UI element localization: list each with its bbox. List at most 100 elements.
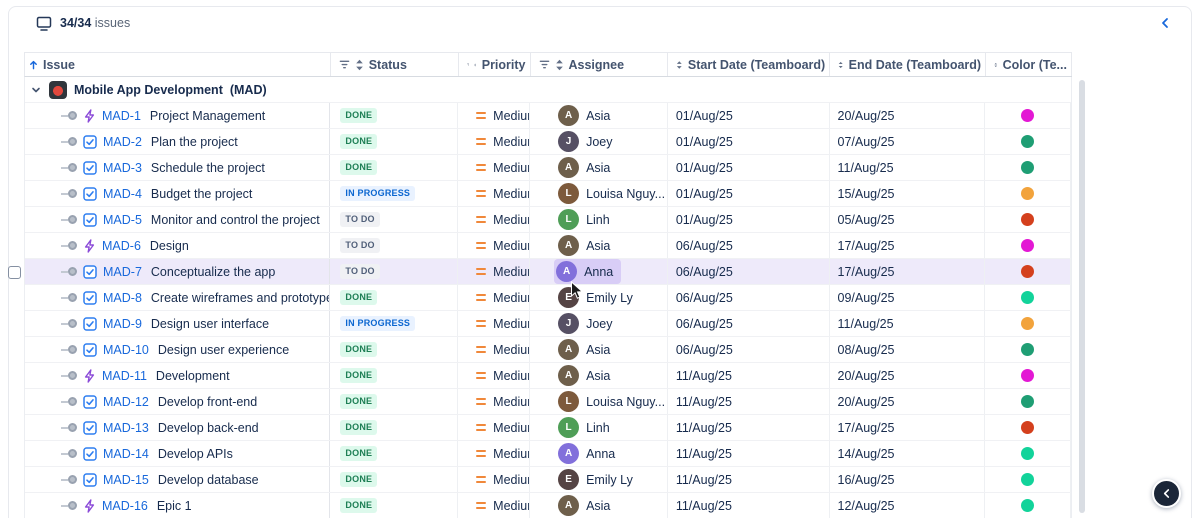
start-date-cell[interactable]: 11/Aug/25	[668, 441, 830, 466]
column-header-color[interactable]: Color (Te...	[986, 53, 1072, 76]
color-cell[interactable]	[985, 363, 1071, 388]
issue-row-mad-5[interactable]: MAD-5Monitor and control the projectTO D…	[25, 207, 1071, 233]
assignee-cell[interactable]: AAsia	[530, 337, 668, 362]
start-date-cell[interactable]: 06/Aug/25	[668, 285, 830, 310]
assignee-cell[interactable]: AAsia	[530, 233, 668, 258]
assignee-cell[interactable]: LLinh	[530, 207, 668, 232]
priority-cell[interactable]: Medium	[458, 259, 530, 284]
start-date-cell[interactable]: 11/Aug/25	[668, 389, 830, 414]
status-cell[interactable]: DONE	[330, 129, 458, 154]
assignee-cell[interactable]: AAsia	[530, 155, 668, 180]
issue-row-mad-6[interactable]: MAD-6DesignTO DOMediumAAsia06/Aug/2517/A…	[25, 233, 1071, 259]
link-handle-icon[interactable]	[61, 163, 77, 172]
priority-cell[interactable]: Medium	[458, 389, 530, 414]
priority-cell[interactable]: Medium	[458, 103, 530, 128]
color-cell[interactable]	[985, 389, 1071, 414]
start-date-cell[interactable]: 01/Aug/25	[668, 129, 830, 154]
status-cell[interactable]: TO DO	[330, 207, 458, 232]
link-handle-icon[interactable]	[61, 267, 77, 276]
link-handle-icon[interactable]	[61, 345, 77, 354]
assignee-cell[interactable]: AAnna	[530, 441, 668, 466]
priority-cell[interactable]: Medium	[458, 441, 530, 466]
end-date-cell[interactable]: 05/Aug/25	[830, 207, 986, 232]
priority-cell[interactable]: Medium	[458, 311, 530, 336]
issue-key[interactable]: MAD-4	[103, 187, 142, 201]
color-cell[interactable]	[985, 233, 1071, 258]
issue-key[interactable]: MAD-15	[103, 473, 149, 487]
end-date-cell[interactable]: 15/Aug/25	[830, 181, 986, 206]
assignee-cell[interactable]: EEmily Ly	[530, 285, 668, 310]
priority-cell[interactable]: Medium	[458, 285, 530, 310]
collapse-sidebar-button[interactable]	[1152, 479, 1181, 508]
priority-cell[interactable]: Medium	[458, 129, 530, 154]
color-cell[interactable]	[985, 441, 1071, 466]
assignee-cell[interactable]: JJoey	[530, 311, 668, 336]
start-date-cell[interactable]: 11/Aug/25	[668, 467, 830, 492]
sort-icon[interactable]	[838, 59, 843, 71]
issue-row-mad-7[interactable]: MAD-7Conceptualize the appTO DOMediumAAn…	[25, 259, 1071, 285]
status-cell[interactable]: DONE	[330, 337, 458, 362]
link-handle-icon[interactable]	[61, 319, 77, 328]
sort-icon[interactable]	[676, 59, 683, 71]
link-handle-icon[interactable]	[61, 215, 77, 224]
priority-cell[interactable]: Medium	[458, 415, 530, 440]
priority-cell[interactable]: Medium	[458, 181, 530, 206]
assignee-cell[interactable]: AAsia	[530, 493, 668, 518]
row-checkbox[interactable]	[8, 266, 21, 279]
status-cell[interactable]: DONE	[330, 493, 458, 518]
chevron-down-icon[interactable]	[30, 84, 42, 96]
start-date-cell[interactable]: 01/Aug/25	[668, 181, 830, 206]
end-date-cell[interactable]: 20/Aug/25	[830, 363, 986, 388]
assignee-cell[interactable]: LLouisa Nguy...	[530, 389, 668, 414]
status-cell[interactable]: DONE	[330, 363, 458, 388]
start-date-cell[interactable]: 01/Aug/25	[668, 207, 830, 232]
end-date-cell[interactable]: 11/Aug/25	[830, 155, 986, 180]
start-date-cell[interactable]: 01/Aug/25	[668, 103, 830, 128]
end-date-cell[interactable]: 17/Aug/25	[830, 259, 986, 284]
column-header-assignee[interactable]: Assignee	[531, 53, 669, 76]
status-cell[interactable]: DONE	[330, 389, 458, 414]
issue-row-mad-2[interactable]: MAD-2Plan the projectDONEMediumJJoey01/A…	[25, 129, 1071, 155]
issue-row-mad-14[interactable]: MAD-14Develop APIsDONEMediumAAnna11/Aug/…	[25, 441, 1071, 467]
status-cell[interactable]: DONE	[330, 415, 458, 440]
link-handle-icon[interactable]	[61, 501, 77, 510]
issue-row-mad-8[interactable]: MAD-8Create wireframes and prototypesDON…	[25, 285, 1071, 311]
issue-key[interactable]: MAD-16	[102, 499, 148, 513]
end-date-cell[interactable]: 08/Aug/25	[830, 337, 986, 362]
priority-cell[interactable]: Medium	[458, 337, 530, 362]
priority-cell[interactable]: Medium	[458, 467, 530, 492]
issue-key[interactable]: MAD-7	[103, 265, 142, 279]
end-date-cell[interactable]: 07/Aug/25	[830, 129, 986, 154]
end-date-cell[interactable]: 12/Aug/25	[830, 493, 986, 518]
status-cell[interactable]: IN PROGRESS	[330, 311, 458, 336]
sort-icon[interactable]	[474, 59, 476, 71]
link-handle-icon[interactable]	[61, 371, 77, 380]
link-handle-icon[interactable]	[61, 397, 77, 406]
link-handle-icon[interactable]	[61, 137, 77, 146]
end-date-cell[interactable]: 11/Aug/25	[830, 311, 986, 336]
sort-icon[interactable]	[355, 59, 364, 71]
status-cell[interactable]: DONE	[330, 103, 458, 128]
issue-key[interactable]: MAD-12	[103, 395, 149, 409]
color-cell[interactable]	[985, 493, 1071, 518]
issue-row-mad-4[interactable]: MAD-4Budget the projectIN PROGRESSMedium…	[25, 181, 1071, 207]
issue-key[interactable]: MAD-2	[103, 135, 142, 149]
issue-row-mad-13[interactable]: MAD-13Develop back-endDONEMediumLLinh11/…	[25, 415, 1071, 441]
filter-icon[interactable]	[467, 59, 470, 70]
link-handle-icon[interactable]	[61, 293, 77, 302]
collapse-panel-button[interactable]	[1160, 16, 1170, 34]
link-handle-icon[interactable]	[61, 189, 77, 198]
color-cell[interactable]	[985, 311, 1071, 336]
status-cell[interactable]: DONE	[330, 155, 458, 180]
link-handle-icon[interactable]	[61, 241, 77, 250]
issue-key[interactable]: MAD-13	[103, 421, 149, 435]
link-handle-icon[interactable]	[61, 423, 77, 432]
issue-key[interactable]: MAD-8	[103, 291, 142, 305]
priority-cell[interactable]: Medium	[458, 363, 530, 388]
start-date-cell[interactable]: 06/Aug/25	[668, 337, 830, 362]
issue-key[interactable]: MAD-9	[103, 317, 142, 331]
end-date-cell[interactable]: 20/Aug/25	[830, 103, 986, 128]
sort-icon[interactable]	[994, 59, 998, 71]
start-date-cell[interactable]: 01/Aug/25	[668, 155, 830, 180]
start-date-cell[interactable]: 11/Aug/25	[668, 363, 830, 388]
